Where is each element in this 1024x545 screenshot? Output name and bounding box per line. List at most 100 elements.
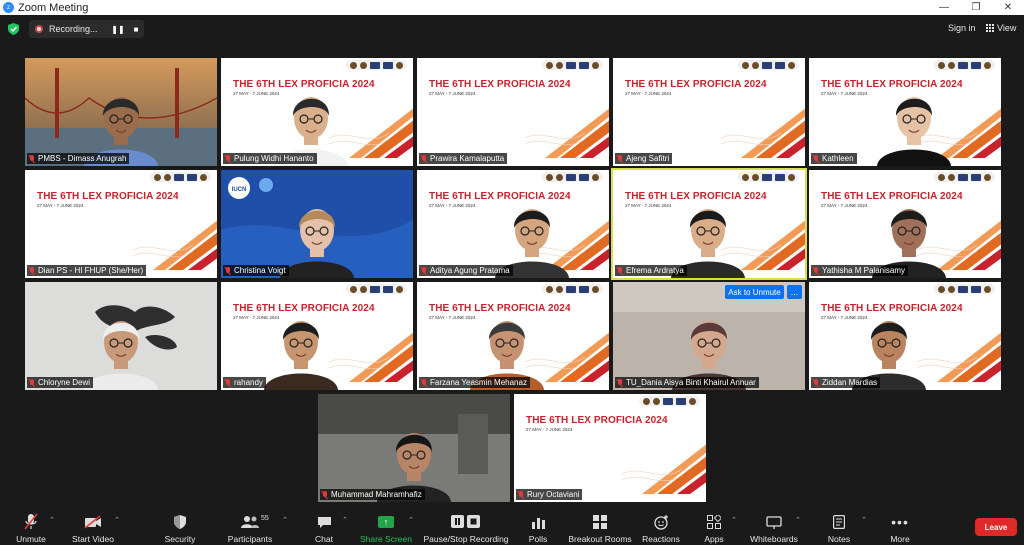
chat-options-chevron-icon[interactable]: ⌃ — [341, 508, 349, 545]
pause-stop-recording-button[interactable]: Pause/Stop Recording — [423, 508, 509, 545]
slide-logos — [542, 60, 603, 70]
slide-logos — [738, 60, 799, 70]
participant-tile[interactable]: PMBS - Dimass Anugrah — [25, 58, 217, 166]
muted-mic-icon — [813, 154, 819, 163]
breakout-rooms-icon — [593, 515, 607, 529]
whiteboards-button[interactable]: Whiteboards — [750, 508, 798, 545]
whiteboards-label: Whiteboards — [750, 534, 798, 544]
close-icon[interactable]: ✕ — [992, 0, 1024, 15]
participant-name: Yathisha M Palanisamy — [822, 266, 905, 275]
participant-name-tag: PMBS - Dimass Anugrah — [27, 153, 130, 164]
recording-dot-icon — [35, 25, 43, 33]
participant-video — [877, 97, 951, 166]
muted-mic-icon — [29, 154, 35, 163]
more-dots-icon: ••• — [891, 514, 909, 530]
participant-tile[interactable]: THE 6TH LEX PROFICIA 2024 27 MAY - 7 JUNE… — [221, 58, 413, 166]
participant-name-tag: Pulung Widhi Hananto — [223, 153, 317, 164]
sign-in-button[interactable]: Sign in — [948, 23, 976, 33]
participant-tile[interactable]: THE 6TH LEX PROFICIA 2024 27 MAY - 7 JUNE… — [613, 58, 805, 166]
participant-name: rahandy — [234, 378, 263, 387]
iucn-logo-text: IUCN — [232, 187, 247, 193]
participant-tile[interactable]: Chloryne Dewi — [25, 282, 217, 390]
slide-date: 27 MAY - 7 JUNE 2024 — [821, 203, 868, 208]
whiteboard-icon — [766, 515, 782, 529]
breakout-rooms-button[interactable]: Breakout Rooms — [568, 508, 632, 545]
notes-button[interactable]: Notes — [826, 508, 852, 545]
muted-mic-icon — [29, 378, 35, 387]
participant-tile[interactable]: Muhammad Mahramhafiz — [318, 394, 510, 502]
share-screen-button[interactable]: ↑ Share Screen — [360, 508, 412, 545]
participant-tile[interactable]: THE 6TH LEX PROFICIA 2024 27 MAY - 7 JUNE… — [809, 58, 1001, 166]
start-video-button[interactable]: Start Video — [70, 508, 116, 545]
participant-name-tag: Yathisha M Palanisamy — [811, 265, 908, 276]
participant-name-tag: Efrema Ardratya — [615, 265, 687, 276]
unmute-button[interactable]: Unmute — [14, 508, 48, 545]
view-label: View — [997, 23, 1017, 33]
video-off-icon — [84, 515, 101, 529]
participants-button[interactable]: 55 Participants — [228, 508, 272, 545]
participants-count: 55 — [261, 515, 269, 522]
notes-options-chevron-icon[interactable]: ⌃ — [860, 508, 868, 545]
participant-name-tag: Kathleen — [811, 153, 857, 164]
participant-tile[interactable]: THE 6TH LEX PROFICIA 2024 27 MAY - 7 JUNE… — [611, 168, 807, 280]
slide-logos — [150, 172, 211, 182]
share-screen-arrow-icon: ↑ — [378, 516, 394, 528]
muted-mic-icon — [813, 378, 819, 387]
slide-logos — [346, 284, 407, 294]
chat-button[interactable]: Chat — [312, 508, 336, 545]
meeting-toolbar: Unmute ⌃ Start Video ⌃ Security 55 Parti… — [0, 508, 1024, 545]
apps-label: Apps — [704, 534, 724, 544]
participant-tile[interactable]: THE 6TH LEX PROFICIA 2024 27 MAY - 7 JUNE… — [417, 170, 609, 278]
video-options-chevron-icon[interactable]: ⌃ — [113, 508, 121, 545]
window-titlebar: z Zoom Meeting — ❐ ✕ — [0, 0, 1024, 15]
slide-decoration — [133, 220, 217, 270]
participant-tile[interactable]: IUCN Christina Voigt — [221, 170, 413, 278]
participant-name: Prawira Kamalaputta — [430, 154, 505, 163]
microphone-muted-icon — [24, 513, 38, 530]
more-button[interactable]: ••• More — [886, 508, 914, 545]
participant-name-tag: Muhammad Mahramhafiz — [320, 489, 425, 500]
recording-indicator: Recording... ❚❚ ■ — [29, 20, 144, 38]
audio-options-chevron-icon[interactable]: ⌃ — [48, 508, 56, 545]
participant-name: Dian PS - HI FHUP (She/Her) — [38, 266, 144, 275]
participant-tile[interactable]: THE 6TH LEX PROFICIA 2024 27 MAY - 7 JUNE… — [809, 170, 1001, 278]
muted-mic-icon — [617, 266, 623, 275]
participant-name-tag: rahandy — [223, 377, 266, 388]
participant-tile[interactable]: THE 6TH LEX PROFICIA 2024 27 MAY - 7 JUNE… — [809, 282, 1001, 390]
whiteboards-options-chevron-icon[interactable]: ⌃ — [794, 508, 802, 545]
participant-tile[interactable]: THE 6TH LEX PROFICIA 2024 27 MAY - 7 JUNE… — [221, 282, 413, 390]
tile-more-options-button[interactable]: ... — [787, 285, 802, 299]
participant-name-tag: Ajeng Safitri — [615, 153, 673, 164]
reactions-label: Reactions — [642, 534, 680, 544]
participant-tile[interactable]: THE 6TH LEX PROFICIA 2024 27 MAY - 7 JUNE… — [417, 58, 609, 166]
stop-recording-icon[interactable]: ■ — [129, 23, 143, 35]
apps-button[interactable]: Apps — [702, 508, 726, 545]
slide-decoration — [525, 108, 609, 158]
participant-tile[interactable]: THE 6TH LEX PROFICIA 2024 27 MAY - 7 JUNE… — [25, 170, 217, 278]
reactions-button[interactable]: Reactions — [642, 508, 680, 545]
ask-to-unmute-button[interactable]: Ask to Unmute — [725, 285, 784, 299]
pause-recording-icon[interactable]: ❚❚ — [111, 23, 125, 35]
apps-options-chevron-icon[interactable]: ⌃ — [730, 508, 738, 545]
security-button[interactable]: Security — [164, 508, 196, 545]
participant-tile[interactable]: THE 6TH LEX PROFICIA 2024 27 MAY - 7 JUNE… — [514, 394, 706, 502]
slide-logos — [346, 60, 407, 70]
polls-button[interactable]: Polls — [528, 508, 548, 545]
participant-name: Christina Voigt — [234, 266, 286, 275]
muted-mic-icon — [225, 266, 231, 275]
window-title: Zoom Meeting — [18, 1, 89, 14]
share-screen-label: Share Screen — [360, 534, 412, 544]
encryption-shield-icon[interactable] — [8, 23, 19, 35]
share-options-chevron-icon[interactable]: ⌃ — [407, 508, 415, 545]
leave-button[interactable]: Leave — [975, 518, 1017, 536]
restore-icon[interactable]: ❐ — [960, 0, 992, 15]
slide-title: THE 6TH LEX PROFICIA 2024 — [429, 79, 571, 90]
minimize-icon[interactable]: — — [928, 0, 960, 15]
chat-icon — [317, 516, 331, 528]
participant-tile[interactable]: THE 6TH LEX PROFICIA 2024 27 MAY - 7 JUNE… — [417, 282, 609, 390]
pause-stop-recording-label: Pause/Stop Recording — [423, 534, 509, 544]
view-button[interactable]: View — [986, 23, 1016, 33]
slide-logos — [934, 284, 995, 294]
slide-logos — [639, 396, 700, 406]
participants-options-chevron-icon[interactable]: ⌃ — [281, 508, 289, 545]
